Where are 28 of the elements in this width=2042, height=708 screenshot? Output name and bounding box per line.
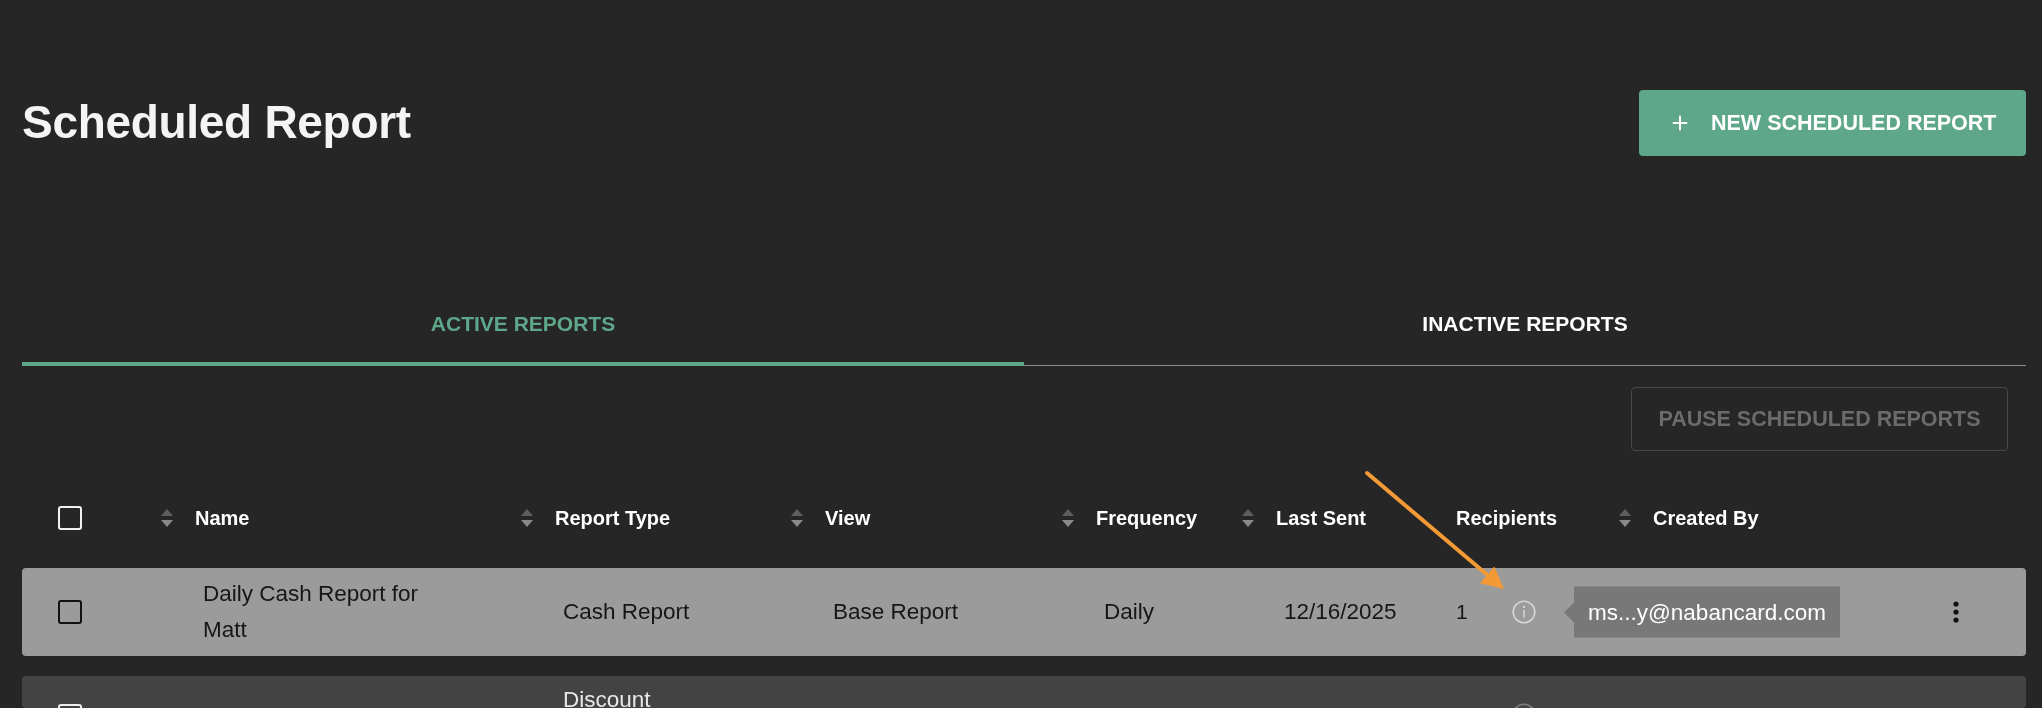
column-header[interactable]: Report Type xyxy=(555,506,671,530)
more-vertical-icon[interactable] xyxy=(1952,600,1960,624)
column-header[interactable]: View xyxy=(825,506,871,530)
column-header[interactable]: Recipients xyxy=(1456,506,1558,530)
sort-icon[interactable] xyxy=(1618,507,1632,529)
column-header[interactable]: Frequency xyxy=(1096,506,1198,530)
recipient-count: 1 xyxy=(1456,599,1468,625)
tab[interactable]: ACTIVE REPORTS xyxy=(22,286,1024,366)
checkbox[interactable] xyxy=(58,600,82,624)
table-cell-text: Cash Report xyxy=(563,598,690,626)
column-header[interactable]: Last Sent xyxy=(1276,506,1367,530)
table-cell-text: 12/16/2025 xyxy=(1284,598,1397,626)
table-cell-text: Daily xyxy=(1104,598,1154,626)
sort-icon[interactable] xyxy=(1061,507,1075,529)
table-cell-text: Base Report xyxy=(833,598,959,626)
table-row[interactable]: Discount xyxy=(22,676,2026,708)
table-cell-text: Discount xyxy=(563,686,651,708)
sort-icon[interactable] xyxy=(160,507,174,529)
tab[interactable]: INACTIVE REPORTS xyxy=(1024,286,2026,366)
column-header[interactable]: Name xyxy=(195,506,250,530)
sort-icon[interactable] xyxy=(790,507,804,529)
recipient-tooltip: ms...y@nabancard.com xyxy=(1564,586,1840,638)
column-header[interactable]: Created By xyxy=(1653,506,1759,530)
table-cell-text: Daily Cash Report for Matt xyxy=(203,580,420,644)
sort-icon[interactable] xyxy=(1241,507,1255,529)
table-row[interactable]: Daily Cash Report for Matt Cash Report Base Report Daily 12/16/2025 1 ms...y@nabancard.com xyxy=(22,568,2026,656)
page-title: Scheduled Report xyxy=(22,95,411,151)
sort-icon[interactable] xyxy=(520,507,534,529)
